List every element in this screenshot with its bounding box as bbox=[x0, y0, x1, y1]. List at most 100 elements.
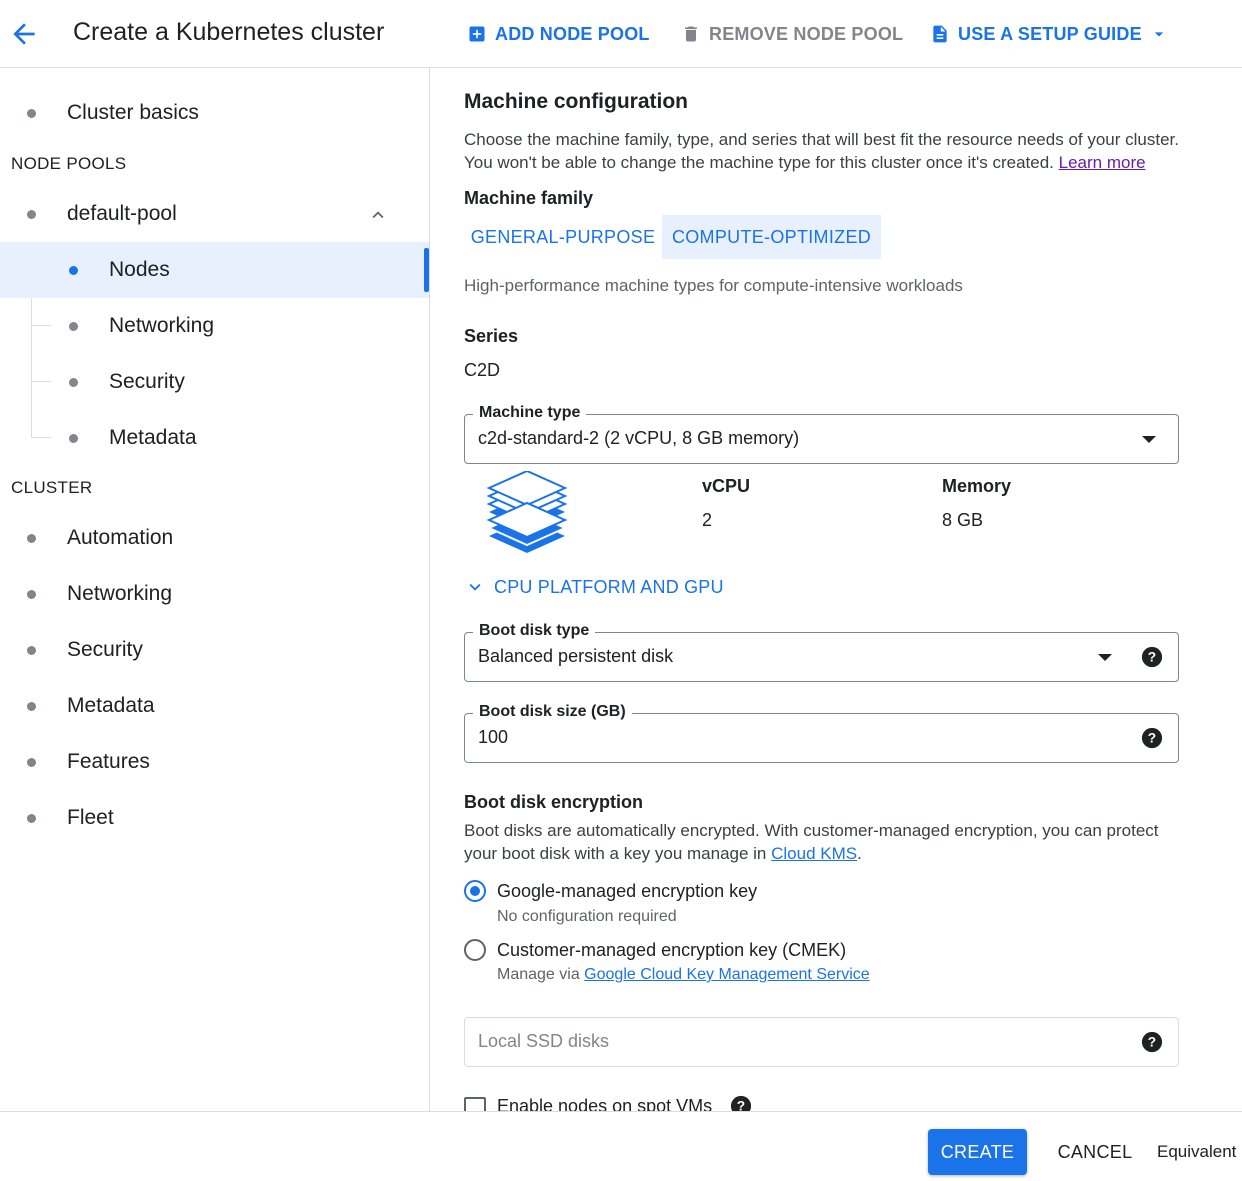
sidebar-item-label: Metadata bbox=[109, 426, 197, 449]
section-title: Machine configuration bbox=[464, 90, 689, 113]
sidebar-item-nodes[interactable]: Nodes bbox=[0, 242, 429, 298]
sidebar-item-fleet[interactable]: Fleet bbox=[0, 790, 429, 846]
bullet-icon bbox=[69, 321, 78, 331]
cmek-radio[interactable] bbox=[464, 939, 486, 961]
sidebar-item-pool-security[interactable]: Security bbox=[0, 354, 429, 410]
machine-type-label: Machine type bbox=[473, 404, 587, 422]
sidebar-item-label: Metadata bbox=[67, 694, 155, 717]
caret-down-icon bbox=[1154, 32, 1163, 37]
section-description: Choose the machine family, type, and ser… bbox=[464, 128, 1204, 174]
create-button[interactable]: CREATE bbox=[928, 1129, 1027, 1175]
sidebar: Cluster basics NODE POOLS default-pool N… bbox=[0, 68, 430, 1111]
page-title: Create a Kubernetes cluster bbox=[73, 18, 385, 46]
sidebar-item-label: Nodes bbox=[109, 258, 170, 281]
machine-type-value: c2d-standard-2 (2 vCPU, 8 GB memory) bbox=[478, 428, 800, 448]
svg-text:?: ? bbox=[737, 1099, 745, 1111]
sidebar-item-label: Features bbox=[67, 750, 150, 773]
trash-icon bbox=[685, 26, 697, 42]
bullet-icon bbox=[27, 701, 36, 711]
chevron-up-icon[interactable] bbox=[367, 204, 389, 226]
series-value: C2D bbox=[464, 360, 501, 380]
spot-vms-checkbox[interactable] bbox=[464, 1097, 486, 1111]
sidebar-item-label: default-pool bbox=[67, 202, 177, 225]
bullet-icon bbox=[27, 757, 36, 767]
boot-disk-type-select[interactable]: Boot disk type Balanced persistent disk … bbox=[464, 622, 1179, 682]
sidebar-item-metadata[interactable]: Metadata bbox=[0, 678, 429, 734]
boot-disk-size-label: Boot disk size (GB) bbox=[473, 703, 632, 721]
sidebar-item-label: Security bbox=[109, 370, 185, 393]
sidebar-item-label: Networking bbox=[67, 582, 173, 605]
bullet-icon bbox=[69, 265, 78, 275]
machine-type-select[interactable]: Machine type c2d-standard-2 (2 vCPU, 8 G… bbox=[464, 404, 1179, 464]
setup-guide-button[interactable]: USE A SETUP GUIDE bbox=[930, 20, 1178, 48]
memory-label: Memory bbox=[942, 476, 1012, 496]
help-icon[interactable]: ? bbox=[730, 1095, 752, 1111]
sidebar-item-cluster-basics[interactable]: Cluster basics bbox=[0, 85, 429, 141]
add-node-pool-button[interactable]: ADD NODE POOL bbox=[467, 20, 650, 48]
local-ssd-input[interactable]: Local SSD disks ? bbox=[464, 1017, 1179, 1067]
setup-guide-label: USE A SETUP GUIDE bbox=[958, 23, 1142, 44]
spot-vms-label[interactable]: Enable nodes on spot VMs bbox=[497, 1096, 712, 1111]
dropdown-arrow-icon[interactable] bbox=[1098, 654, 1112, 661]
cmek-sub: Manage via Google Cloud Key Management S… bbox=[497, 966, 870, 984]
kms-service-link[interactable]: Google Cloud Key Management Service bbox=[584, 966, 870, 983]
active-indicator bbox=[424, 248, 429, 292]
help-icon[interactable]: ? bbox=[1141, 727, 1163, 749]
family-description: High-performance machine types for compu… bbox=[464, 276, 963, 295]
svg-text:?: ? bbox=[1148, 1035, 1156, 1050]
back-arrow-icon[interactable] bbox=[8, 18, 40, 50]
add-box-icon bbox=[469, 26, 485, 42]
help-icon[interactable]: ? bbox=[1141, 646, 1163, 668]
vcpu-value: 2 bbox=[702, 510, 713, 530]
bullet-icon bbox=[27, 645, 36, 655]
chevron-down-icon bbox=[469, 583, 481, 591]
encryption-description: Boot disks are automatically encrypted. … bbox=[464, 821, 1159, 863]
bullet-icon bbox=[27, 589, 36, 599]
bullet-icon bbox=[69, 377, 78, 387]
bullet-icon bbox=[27, 108, 36, 118]
page-header: Create a Kubernetes cluster ADD NODE POO… bbox=[0, 0, 1242, 68]
google-managed-label[interactable]: Google-managed encryption key bbox=[497, 881, 757, 902]
sidebar-item-label: Cluster basics bbox=[67, 101, 199, 124]
boot-disk-size-input[interactable]: Boot disk size (GB) 100 ? bbox=[464, 703, 1179, 763]
machine-stack-icon bbox=[486, 471, 568, 553]
svg-text:?: ? bbox=[1148, 650, 1156, 665]
cpu-platform-toggle[interactable]: CPU PLATFORM AND GPU bbox=[464, 576, 724, 598]
help-icon[interactable]: ? bbox=[1141, 1031, 1163, 1053]
document-icon bbox=[933, 25, 947, 43]
google-managed-radio[interactable] bbox=[464, 880, 486, 902]
node-pools-heading: NODE POOLS bbox=[11, 154, 127, 173]
memory-value: 8 GB bbox=[942, 510, 984, 530]
bullet-icon bbox=[27, 813, 36, 823]
sidebar-item-security[interactable]: Security bbox=[0, 622, 429, 678]
tab-compute-optimized[interactable]: COMPUTE-OPTIMIZED bbox=[662, 215, 881, 259]
cancel-button[interactable]: CANCEL bbox=[1050, 1129, 1140, 1175]
sidebar-item-default-pool[interactable]: default-pool bbox=[0, 186, 429, 242]
boot-disk-type-value: Balanced persistent disk bbox=[478, 646, 674, 666]
dropdown-arrow-icon[interactable] bbox=[1142, 436, 1156, 443]
tab-general-purpose[interactable]: GENERAL-PURPOSE bbox=[464, 215, 662, 259]
encryption-title: Boot disk encryption bbox=[464, 792, 644, 812]
svg-text:?: ? bbox=[1148, 731, 1156, 746]
bullet-icon bbox=[69, 433, 78, 443]
vcpu-label: vCPU bbox=[702, 476, 751, 496]
sidebar-item-features[interactable]: Features bbox=[0, 734, 429, 790]
add-node-pool-label: ADD NODE POOL bbox=[495, 23, 650, 44]
remove-node-pool-button[interactable]: REMOVE NODE POOL bbox=[681, 20, 903, 48]
equivalent-link[interactable]: Equivalent bbox=[1157, 1142, 1236, 1162]
learn-more-link[interactable]: Learn more bbox=[1059, 153, 1146, 172]
cmek-label[interactable]: Customer-managed encryption key (CMEK) bbox=[497, 940, 846, 961]
sidebar-item-networking[interactable]: Networking bbox=[0, 566, 429, 622]
cpu-platform-label: CPU PLATFORM AND GPU bbox=[494, 576, 724, 597]
google-managed-sub: No configuration required bbox=[497, 908, 677, 925]
cloud-kms-link[interactable]: Cloud KMS bbox=[771, 844, 857, 863]
boot-disk-size-value: 100 bbox=[478, 727, 509, 747]
sidebar-item-automation[interactable]: Automation bbox=[0, 510, 429, 566]
sidebar-item-label: Networking bbox=[109, 314, 215, 337]
sidebar-item-pool-metadata[interactable]: Metadata bbox=[0, 410, 429, 466]
main-content[interactable]: Machine configuration Choose the machine… bbox=[431, 68, 1242, 1111]
machine-family-label: Machine family bbox=[464, 188, 594, 208]
sidebar-item-label: Security bbox=[67, 638, 143, 661]
cluster-heading: CLUSTER bbox=[11, 478, 93, 497]
sidebar-item-pool-networking[interactable]: Networking bbox=[0, 298, 429, 354]
